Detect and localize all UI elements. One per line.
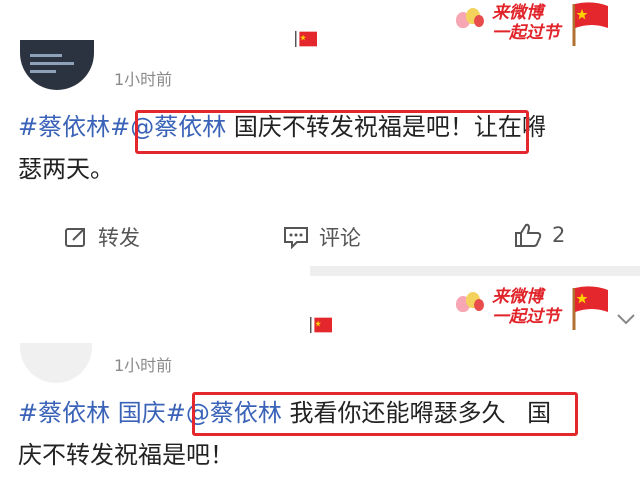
like-count: 2 bbox=[552, 223, 566, 247]
hashtag-link[interactable]: #蔡依林 国庆# bbox=[18, 399, 186, 427]
china-flag-icon bbox=[310, 316, 332, 334]
highlight-box bbox=[135, 110, 529, 154]
comment-button[interactable]: 评论 bbox=[283, 222, 361, 252]
divider bbox=[310, 266, 640, 276]
china-flag-icon bbox=[572, 2, 608, 46]
highlight-box bbox=[192, 392, 578, 436]
avatar[interactable] bbox=[20, 343, 92, 383]
festival-badge-text: 来微博 一起过节 bbox=[492, 287, 560, 327]
china-flag-icon bbox=[572, 286, 608, 330]
badge-line-2: 一起过节 bbox=[492, 307, 560, 327]
festival-badge-top: 来微博 一起过节 bbox=[448, 0, 608, 50]
repost-label: 转发 bbox=[98, 226, 140, 250]
festival-badge-bottom: 来微博 一起过节 bbox=[448, 284, 608, 334]
post-time: 1小时前 bbox=[114, 70, 173, 89]
repost-icon bbox=[65, 228, 85, 247]
chevron-down-icon[interactable] bbox=[616, 312, 636, 326]
balloon-icon bbox=[474, 299, 484, 311]
hashtag-link[interactable]: #蔡依林# bbox=[18, 113, 130, 141]
balloon-icon bbox=[474, 15, 484, 27]
like-button[interactable]: 2 bbox=[514, 222, 565, 248]
post-text-segment: 瑟两天。 bbox=[18, 155, 114, 183]
repost-button[interactable]: 转发 bbox=[64, 222, 140, 252]
post-time: 1小时前 bbox=[114, 356, 173, 375]
festival-badge-text: 来微博 一起过节 bbox=[492, 3, 560, 43]
post-text-segment: 庆不转发祝福是吧！ bbox=[18, 441, 234, 469]
china-flag-icon bbox=[295, 30, 317, 48]
avatar[interactable] bbox=[20, 40, 94, 90]
badge-line-1: 来微博 bbox=[492, 287, 543, 307]
comment-label: 评论 bbox=[319, 226, 361, 250]
badge-line-1: 来微博 bbox=[492, 3, 543, 23]
like-icon bbox=[515, 223, 542, 247]
badge-line-2: 一起过节 bbox=[492, 23, 560, 43]
comment-icon bbox=[284, 227, 308, 249]
